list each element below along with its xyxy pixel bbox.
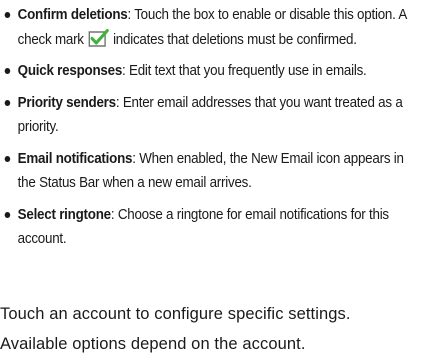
option-term: Quick responses [17, 63, 123, 79]
bullet-icon [4, 68, 11, 74]
manual-page: Confirm deletions: Touch the box to enab… [0, 0, 435, 362]
footer-paragraph-line-1: Touch an account to configure specific s… [0, 305, 351, 323]
list-item-email-notifications: Email notifications: When enabled, the N… [0, 147, 425, 196]
option-term: Select ringtone [17, 206, 111, 223]
bullet-icon [4, 12, 11, 18]
option-description-continued: indicates that deletions must be confirm… [109, 31, 357, 48]
option-term: Confirm deletions [17, 7, 128, 23]
list-item-confirm-deletions: Confirm deletions: Touch the box to enab… [0, 3, 425, 52]
footer-paragraph-line-2: Available options depend on the account. [0, 335, 306, 353]
option-term: Email notifications [17, 150, 133, 167]
option-description: : Edit text that you frequently use in e… [122, 63, 367, 79]
bullet-icon [4, 211, 11, 218]
settings-options-list: Confirm deletions: Touch the box to enab… [0, 3, 430, 252]
checkmark-icon [88, 28, 109, 47]
list-item-priority-senders: Priority senders: Enter email addresses … [0, 91, 425, 140]
bullet-icon [4, 155, 11, 162]
option-term: Priority senders [17, 94, 116, 111]
list-item-quick-responses: Quick responses: Edit text that you freq… [0, 59, 425, 84]
bullet-icon [4, 99, 11, 106]
list-item-select-ringtone: Select ringtone: Choose a ringtone for e… [0, 203, 425, 252]
